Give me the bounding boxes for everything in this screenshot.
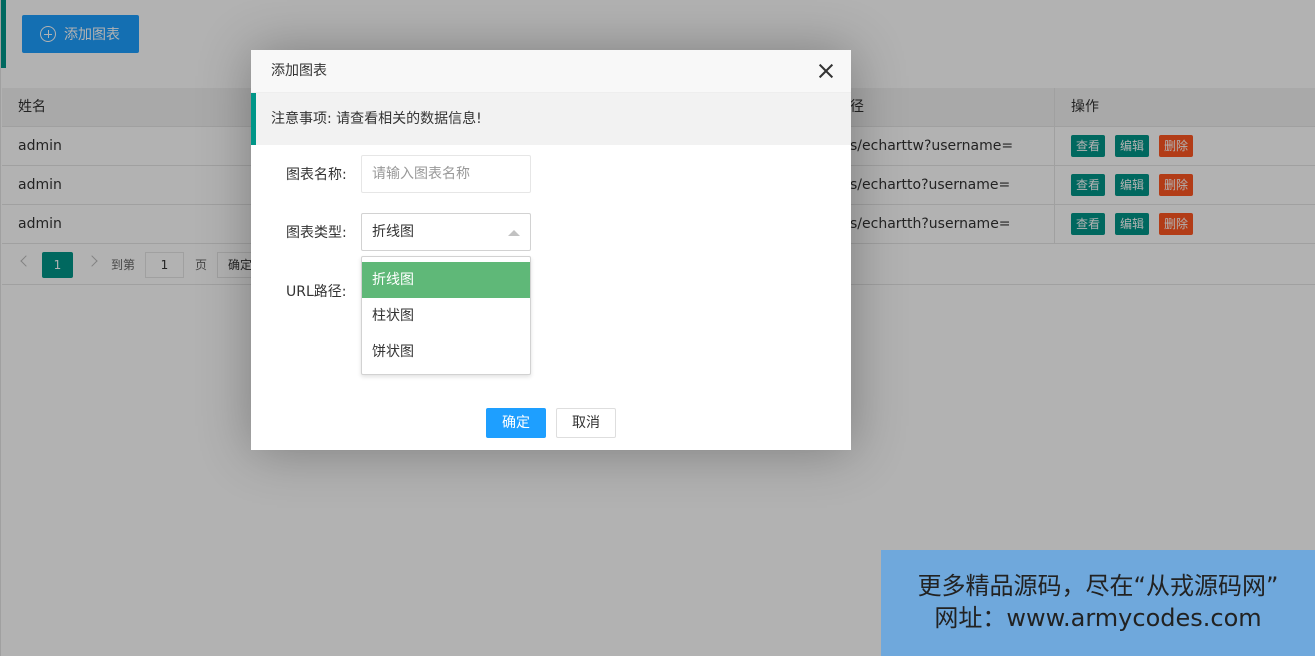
chart-type-dropdown: 折线图 柱状图 饼状图 [361,256,531,375]
dialog-title: 添加图表 [271,63,327,79]
option-bar-chart[interactable]: 柱状图 [362,298,530,334]
confirm-button[interactable]: 确定 [486,408,546,438]
option-line-chart[interactable]: 折线图 [362,262,530,298]
chart-type-label: 图表类型: [286,225,347,241]
dialog-header: 添加图表 [251,50,851,93]
cancel-button[interactable]: 取消 [556,408,616,438]
chart-name-label: 图表名称: [286,167,347,183]
option-pie-chart[interactable]: 饼状图 [362,334,530,370]
chart-type-select[interactable]: 折线图 [361,213,531,251]
watermark-banner: 更多精品源码，尽在“从戎源码网” 网址：www.armycodes.com [881,550,1315,656]
caret-up-icon [508,230,520,236]
chart-type-value: 折线图 [372,224,414,240]
url-path-label: URL路径: [286,284,347,300]
chart-name-input[interactable]: 请输入图表名称 [361,155,531,193]
watermark-line-2: 网址：www.armycodes.com [934,604,1262,632]
notice-banner: 注意事项: 请查看相关的数据信息! [251,93,851,145]
add-chart-dialog: 添加图表 注意事项: 请查看相关的数据信息! 图表名称: 请输入图表名称 图表类… [251,50,851,450]
watermark-line-1: 更多精品源码，尽在“从戎源码网” [917,572,1279,600]
close-icon[interactable] [819,64,833,78]
